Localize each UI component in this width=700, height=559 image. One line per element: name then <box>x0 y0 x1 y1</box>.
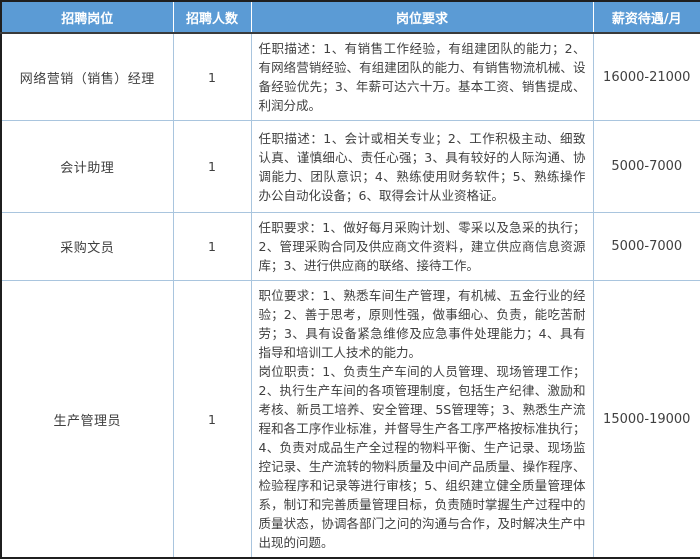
position-cell: 采购文员 <box>0 212 174 281</box>
requirements-cell: 任职描述：1、有销售工作经验，有组建团队的能力；2、有网络营销经验、有组建团队的… <box>250 32 594 121</box>
requirements-paragraph: 任职描述：1、会计或相关专业；2、工作积极主动、细致认真、谨慎细心、责任心强；3… <box>258 130 586 203</box>
count-cell: 1 <box>172 280 252 559</box>
requirements-cell: 职位要求：1、熟悉车间生产管理，有机械、五金行业的经验；2、善于思考，原则性强，… <box>250 280 594 559</box>
salary-cell: 5000-7000 <box>592 212 700 281</box>
header-position: 招聘岗位 <box>1 1 173 34</box>
salary-cell: 16000-21000 <box>592 32 700 121</box>
header-requirements: 岗位要求 <box>250 1 593 34</box>
requirements-cell: 任职描述：1、会计或相关专业；2、工作积极主动、细致认真、谨慎细心、责任心强；3… <box>250 120 594 213</box>
count-cell: 1 <box>172 32 252 121</box>
salary-cell: 5000-7000 <box>592 120 700 213</box>
requirements-paragraph: 任职要求：1、做好每月采购计划、零采以及急采的执行；2、管理采购合同及供应商文件… <box>258 220 586 273</box>
table-header-row: 招聘岗位 招聘人数 岗位要求 薪资待遇/月 <box>1 1 700 34</box>
header-count: 招聘人数 <box>172 1 251 34</box>
count-cell: 1 <box>172 212 252 281</box>
table-row: 会计助理 1 任职描述：1、会计或相关专业；2、工作积极主动、细致认真、谨慎细心… <box>0 120 700 213</box>
position-cell: 网络营销（销售）经理 <box>0 32 174 121</box>
requirements-paragraph: 职位要求：1、熟悉车间生产管理，有机械、五金行业的经验；2、善于思考，原则性强，… <box>258 288 586 360</box>
table-row: 生产管理员 1 职位要求：1、熟悉车间生产管理，有机械、五金行业的经验；2、善于… <box>0 280 700 559</box>
table-row: 采购文员 1 任职要求：1、做好每月采购计划、零采以及急采的执行；2、管理采购合… <box>0 212 700 281</box>
recruitment-table: 招聘岗位 招聘人数 岗位要求 薪资待遇/月 网络营销（销售）经理 1 任职描述：… <box>0 0 700 559</box>
position-cell: 会计助理 <box>0 120 174 213</box>
header-salary: 薪资待遇/月 <box>592 1 700 34</box>
position-cell: 生产管理员 <box>0 280 174 559</box>
requirements-cell: 任职要求：1、做好每月采购计划、零采以及急采的执行；2、管理采购合同及供应商文件… <box>250 212 594 281</box>
requirements-paragraph: 任职描述：1、有销售工作经验，有组建团队的能力；2、有网络营销经验、有组建团队的… <box>258 41 586 113</box>
count-cell: 1 <box>172 120 252 213</box>
requirements-paragraph: 岗位职责：1、负责生产车间的人员管理、现场管理工作；2、执行生产车间的各项管理制… <box>258 364 586 550</box>
salary-cell: 15000-19000 <box>592 280 700 559</box>
table-row: 网络营销（销售）经理 1 任职描述：1、有销售工作经验，有组建团队的能力；2、有… <box>0 32 700 121</box>
